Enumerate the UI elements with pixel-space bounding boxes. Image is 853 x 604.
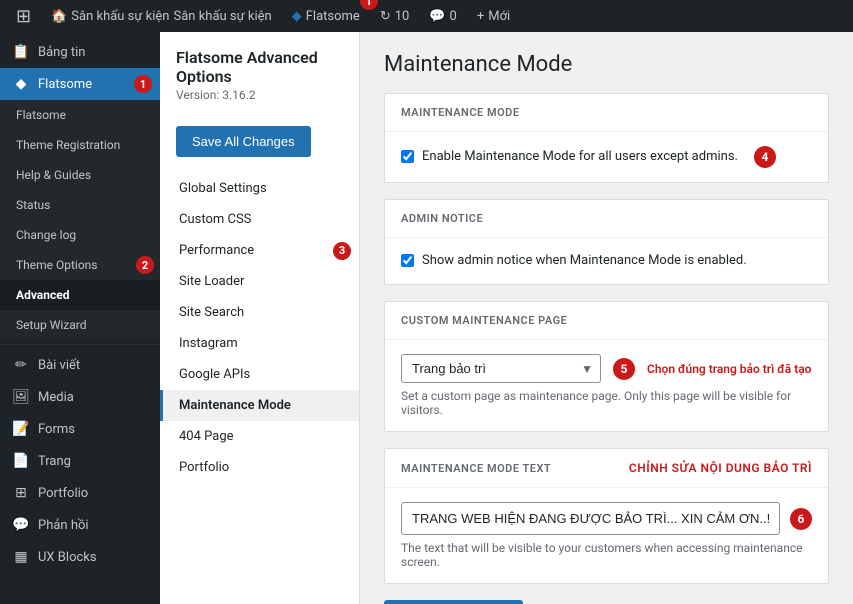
nav-badge-3: 3 bbox=[333, 242, 351, 260]
maintenance-text-header: MAINTENANCE MODE TEXT Chỉnh sửa nội dung… bbox=[385, 449, 828, 488]
sidebar-item-trang[interactable]: 📄 Trang bbox=[0, 445, 160, 477]
custom-page-section: CUSTOM MAINTENANCE PAGE Trang bảo trì Tr… bbox=[384, 301, 829, 432]
sidebar-item-theme-registration[interactable]: Theme Registration bbox=[0, 130, 160, 160]
step-badge-6: 6 bbox=[790, 508, 812, 530]
flatsome-submenu: Flatsome Theme Registration Help & Guide… bbox=[0, 100, 160, 340]
admin-notice-label[interactable]: Show admin notice when Maintenance Mode … bbox=[422, 252, 747, 270]
posts-icon: ✏ bbox=[12, 357, 30, 373]
pages-icon: 📄 bbox=[12, 453, 30, 469]
middle-panel-title: Flatsome Advanced Options bbox=[176, 48, 343, 86]
middle-nav: Global Settings Custom CSS Performance 3… bbox=[160, 173, 359, 483]
maintenance-text-body: TRANG WEB HIỆN ĐANG ĐƯỢC BẢO TRÌ... XIN … bbox=[385, 488, 828, 583]
admin-bar: ⊞ 🏠 Sân khấu sự kiệnSân khấu sự kiện ◆ F… bbox=[0, 0, 853, 32]
admin-notice-body: Show admin notice when Maintenance Mode … bbox=[385, 238, 828, 284]
sidebar-item-advanced[interactable]: Advanced bbox=[0, 280, 160, 310]
updates-icon: ↻ bbox=[380, 9, 391, 24]
sidebar-item-change-log[interactable]: Change log bbox=[0, 220, 160, 250]
dashboard-icon: 📋 bbox=[12, 44, 30, 60]
sidebar-item-media[interactable]: 🖼 Media bbox=[0, 381, 160, 413]
middle-panel-header: Flatsome Advanced Options Version: 3.16.… bbox=[160, 48, 359, 118]
sidebar-item-forms[interactable]: 📝 Forms bbox=[0, 413, 160, 445]
nav-google-apis[interactable]: Google APIs bbox=[160, 359, 359, 390]
flatsome-icon: ◆ bbox=[292, 9, 302, 24]
maintenance-page-select-wrapper: Trang bảo trì Trang chủ Liên hệ ▼ bbox=[401, 354, 601, 383]
updates-item[interactable]: ↻ 10 bbox=[372, 0, 418, 32]
content-area: Flatsome Advanced Options Version: 3.16.… bbox=[160, 32, 853, 604]
new-item[interactable]: + Mới bbox=[469, 0, 518, 32]
sidebar-item-help-guides[interactable]: Help & Guides bbox=[0, 160, 160, 190]
sidebar-badge-1: 1 bbox=[134, 75, 152, 93]
nav-custom-css[interactable]: Custom CSS bbox=[160, 204, 359, 235]
admin-notice-section: ADMIN NOTICE Show admin notice when Main… bbox=[384, 199, 829, 285]
main-content: Maintenance Mode MAINTENANCE MODE Enable… bbox=[360, 32, 853, 604]
maintenance-mode-label[interactable]: Enable Maintenance Mode for all users ex… bbox=[422, 148, 738, 166]
maintenance-text-input[interactable]: TRANG WEB HIỆN ĐANG ĐƯỢC BẢO TRÌ... XIN … bbox=[401, 502, 780, 535]
maintenance-mode-body: Enable Maintenance Mode for all users ex… bbox=[385, 132, 828, 182]
sidebar-item-phan-hoi[interactable]: 💬 Phản hồi bbox=[0, 509, 160, 541]
forms-icon: 📝 bbox=[12, 421, 30, 437]
wp-logo-icon: ⊞ bbox=[16, 6, 31, 27]
custom-page-header: CUSTOM MAINTENANCE PAGE bbox=[385, 302, 828, 340]
step-badge-5: 5 bbox=[613, 358, 635, 380]
annotation-label-5: Chọn đúng trang bảo trì đã tạo bbox=[647, 362, 811, 376]
sidebar-badge-2: 2 bbox=[136, 256, 154, 274]
sidebar: 📋 Bảng tin ◆ Flatsome 1 Flatsome Theme R… bbox=[0, 32, 160, 604]
middle-panel-version: Version: 3.16.2 bbox=[176, 88, 343, 102]
page-title: Maintenance Mode bbox=[384, 52, 829, 77]
comments-item[interactable]: 💬 0 bbox=[421, 0, 465, 32]
wp-logo-item[interactable]: ⊞ bbox=[8, 0, 39, 32]
maintenance-page-select[interactable]: Trang bảo trì Trang chủ Liên hệ bbox=[401, 354, 601, 383]
ux-blocks-icon: ▦ bbox=[12, 549, 30, 565]
maintenance-mode-header: MAINTENANCE MODE bbox=[385, 94, 828, 132]
nav-performance[interactable]: Performance 3 bbox=[160, 235, 359, 266]
annotation-label-6: Chỉnh sửa nội dung bảo trì bbox=[629, 461, 812, 475]
comments-icon: 💬 bbox=[429, 9, 445, 24]
sidebar-item-flatsome-home[interactable]: Flatsome bbox=[0, 100, 160, 130]
maintenance-mode-section: MAINTENANCE MODE Enable Maintenance Mode… bbox=[384, 93, 829, 183]
nav-site-loader[interactable]: Site Loader bbox=[160, 266, 359, 297]
admin-notice-checkbox-row: Show admin notice when Maintenance Mode … bbox=[401, 252, 812, 270]
main-layout: 📋 Bảng tin ◆ Flatsome 1 Flatsome Theme R… bbox=[0, 32, 853, 604]
portfolio-icon: ⊞ bbox=[12, 485, 30, 501]
sidebar-item-flatsome[interactable]: ◆ Flatsome 1 bbox=[0, 68, 160, 100]
middle-panel: Flatsome Advanced Options Version: 3.16.… bbox=[160, 32, 360, 604]
sidebar-item-ux-blocks[interactable]: ▦ UX Blocks bbox=[0, 541, 160, 573]
flatsome-admin-item[interactable]: ◆ Flatsome 1 bbox=[284, 0, 368, 32]
maintenance-text-section: MAINTENANCE MODE TEXT Chỉnh sửa nội dung… bbox=[384, 448, 829, 584]
sidebar-main-section: 📋 Bảng tin ◆ Flatsome 1 Flatsome Theme R… bbox=[0, 32, 160, 577]
sidebar-item-bang-tin[interactable]: 📋 Bảng tin bbox=[0, 36, 160, 68]
maintenance-text-desc: The text that will be visible to your cu… bbox=[401, 541, 812, 569]
nav-site-search[interactable]: Site Search bbox=[160, 297, 359, 328]
nav-portfolio[interactable]: Portfolio bbox=[160, 452, 359, 483]
divider-1 bbox=[0, 344, 160, 345]
flatsome-sidebar-icon: ◆ bbox=[12, 76, 30, 92]
sidebar-item-theme-options[interactable]: Theme Options 2 bbox=[0, 250, 160, 280]
home-icon: 🏠 bbox=[51, 9, 67, 24]
sidebar-item-setup-wizard[interactable]: Setup Wizard bbox=[0, 310, 160, 340]
middle-save-button[interactable]: Save All Changes bbox=[176, 126, 311, 157]
maintenance-mode-checkbox[interactable] bbox=[401, 150, 414, 163]
plus-icon: + bbox=[477, 9, 484, 24]
admin-notice-checkbox[interactable] bbox=[401, 254, 414, 267]
admin-notice-header: ADMIN NOTICE bbox=[385, 200, 828, 238]
sidebar-item-bai-viet[interactable]: ✏ Bài viết bbox=[0, 349, 160, 381]
sidebar-item-status[interactable]: Status bbox=[0, 190, 160, 220]
media-icon: 🖼 bbox=[12, 389, 30, 405]
nav-404-page[interactable]: 404 Page bbox=[160, 421, 359, 452]
custom-page-body: Trang bảo trì Trang chủ Liên hệ ▼ 5 Chọn… bbox=[385, 340, 828, 431]
comments-sidebar-icon: 💬 bbox=[12, 517, 30, 533]
nav-global-settings[interactable]: Global Settings bbox=[160, 173, 359, 204]
site-name-item[interactable]: 🏠 Sân khấu sự kiệnSân khấu sự kiện bbox=[43, 0, 280, 32]
sidebar-item-portfolio[interactable]: ⊞ Portfolio bbox=[0, 477, 160, 509]
bottom-save-area: Save All Changes 7 bbox=[384, 600, 829, 604]
step-badge-4: 4 bbox=[754, 146, 776, 168]
custom-page-desc: Set a custom page as maintenance page. O… bbox=[401, 389, 812, 417]
nav-maintenance-mode[interactable]: Maintenance Mode bbox=[160, 390, 359, 421]
bottom-save-button[interactable]: Save All Changes bbox=[384, 600, 523, 604]
nav-instagram[interactable]: Instagram bbox=[160, 328, 359, 359]
maintenance-mode-row: Enable Maintenance Mode for all users ex… bbox=[401, 146, 812, 168]
maintenance-mode-checkbox-row: Enable Maintenance Mode for all users ex… bbox=[401, 148, 738, 166]
